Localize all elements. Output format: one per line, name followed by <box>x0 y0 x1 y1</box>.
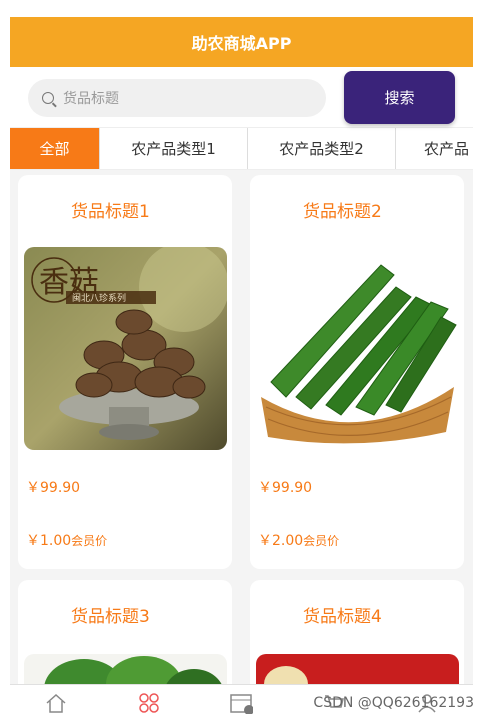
search-icon <box>42 92 54 104</box>
app-screen: 助农商城APP 货品标题 搜索 全部 农产品类型1 农产品类型2 农产品 货品标… <box>10 17 473 721</box>
product-title: 货品标题3 <box>71 607 150 627</box>
category-icon[interactable] <box>129 688 169 718</box>
product-title: 货品标题1 <box>71 202 150 222</box>
svg-text:闽北八珍系列: 闽北八珍系列 <box>72 292 126 304</box>
watermark-text: CSDN @QQ626162193 <box>313 695 474 711</box>
tab-category-2[interactable]: 农产品类型2 <box>248 128 396 169</box>
tab-category-3[interactable]: 农产品 <box>396 128 473 169</box>
tab-category-1[interactable]: 农产品类型1 <box>100 128 248 169</box>
search-input[interactable]: 货品标题 <box>28 79 326 117</box>
search-placeholder: 货品标题 <box>63 91 119 107</box>
search-button[interactable]: 搜索 <box>344 71 455 124</box>
product-image-cucumbers[interactable] <box>256 247 459 450</box>
product-title: 货品标题2 <box>303 202 382 222</box>
product-price: ￥99.90 <box>26 480 81 496</box>
calendar-icon[interactable] <box>221 688 261 718</box>
app-title: 助农商城APP <box>191 34 292 53</box>
product-image-mushrooms[interactable]: 香菇 闽北八珍系列 <box>24 247 227 450</box>
product-card[interactable]: 货品标题2 ￥99.90 ￥2.00会员价 <box>250 175 464 569</box>
member-price: ￥1.00会员价 <box>26 533 108 549</box>
product-title: 货品标题4 <box>303 607 382 627</box>
home-icon[interactable] <box>36 688 76 718</box>
app-header: 助农商城APP <box>10 17 473 67</box>
member-price: ￥2.00会员价 <box>258 533 340 549</box>
search-row: 货品标题 搜索 <box>10 67 473 127</box>
product-price: ￥99.90 <box>258 480 313 496</box>
category-tabs: 全部 农产品类型1 农产品类型2 农产品 <box>10 127 473 170</box>
tab-all[interactable]: 全部 <box>10 128 100 169</box>
product-card[interactable]: 货品标题1 香菇 闽北八珍系列 ￥99.90 ￥1.00会员价 <box>18 175 232 569</box>
